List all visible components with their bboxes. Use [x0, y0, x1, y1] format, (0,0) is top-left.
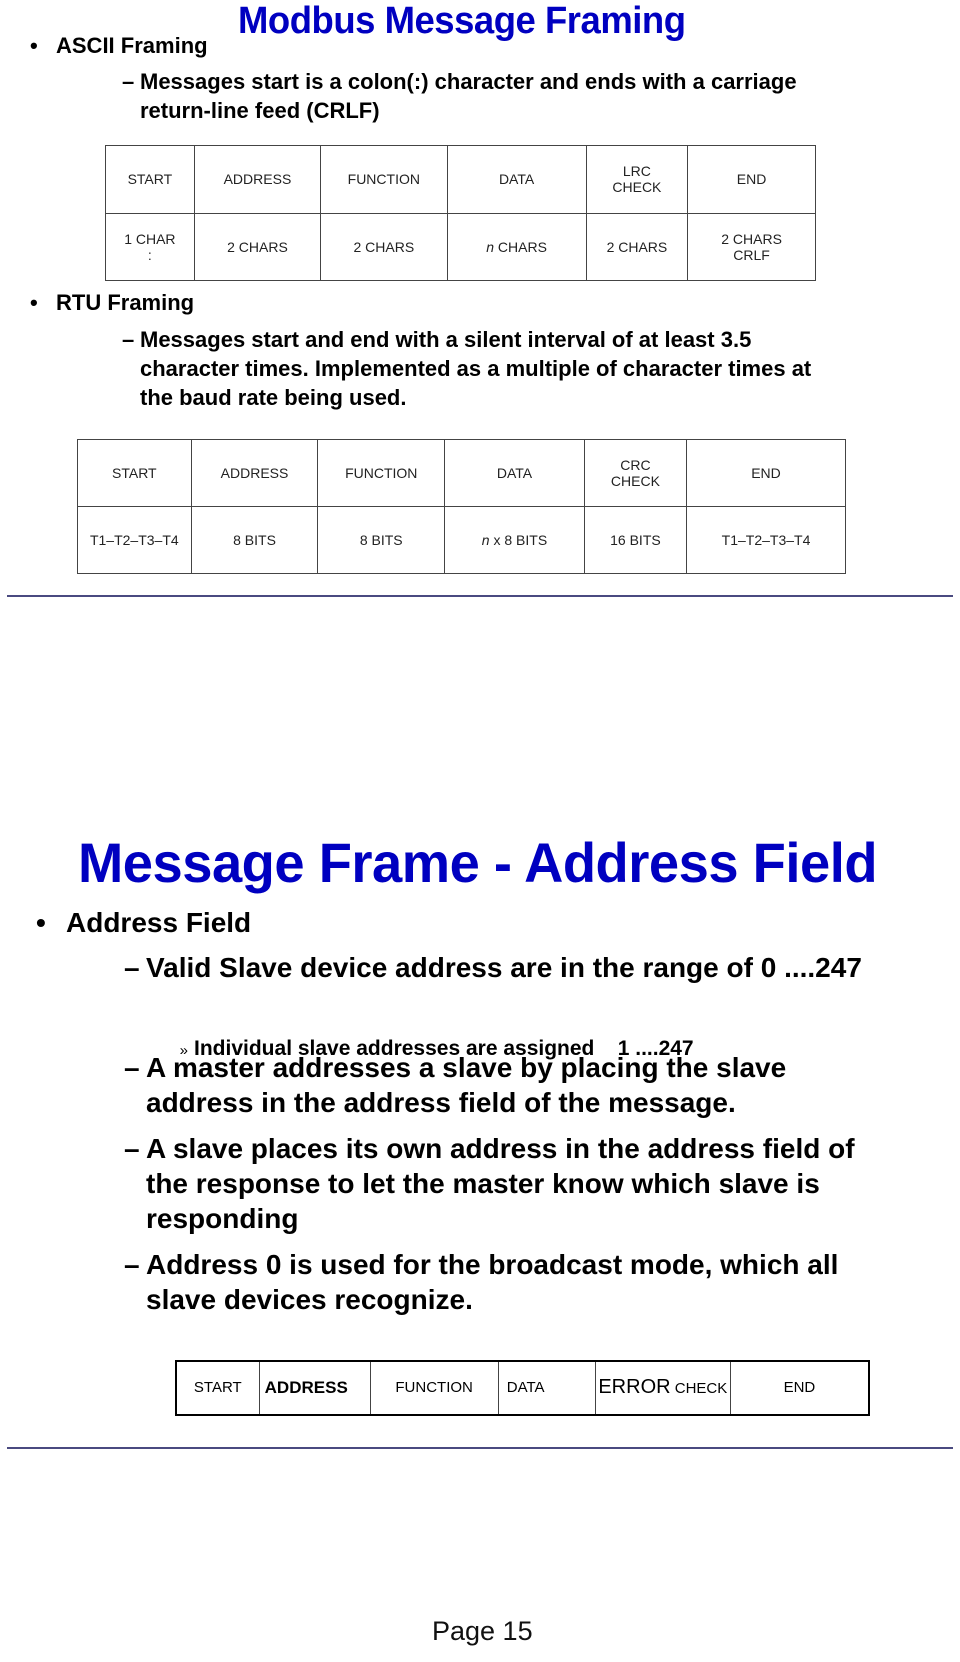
- rtu-desc-line: the baud rate being used.: [140, 385, 407, 410]
- variable-n: n: [481, 532, 490, 548]
- table-row: T1–T2–T3–T4 8 BITS 8 BITS n x 8 BITS 16 …: [77, 506, 846, 574]
- item-line: Valid Slave device address are in the ra…: [146, 952, 862, 983]
- table-cell: 8 BITS: [317, 506, 446, 574]
- bullet-label: Address Field: [66, 907, 252, 938]
- item-line: the response to let the master know whic…: [146, 1168, 820, 1199]
- dash-icon: –: [124, 1249, 140, 1280]
- dash-icon: –: [122, 69, 135, 94]
- table-cell: n CHARS: [446, 212, 587, 281]
- rtu-frame-table: START ADDRESS FUNCTION DATA CRC CHECK EN…: [77, 439, 846, 574]
- table-cell-highlighted: ADDRESS: [258, 1360, 371, 1416]
- table-cell: CRC CHECK: [583, 439, 688, 507]
- item-line: slave devices recognize.: [146, 1284, 473, 1315]
- table-cell: 2 CHARS: [320, 212, 448, 281]
- bullet-icon: •: [36, 907, 46, 938]
- item-line: responding: [146, 1203, 299, 1234]
- rtu-description: – Messages start and end with a silent i…: [122, 325, 812, 412]
- table-cell: LRC CHECK: [585, 145, 689, 214]
- bullet-address-field: • Address Field: [36, 907, 251, 939]
- dash-icon: –: [124, 1052, 140, 1083]
- table-cell: 1 CHAR :: [105, 212, 195, 281]
- start-chars: 1 CHAR :: [124, 230, 176, 263]
- slide-divider: [7, 1447, 953, 1449]
- table-cell: FUNCTION: [317, 439, 446, 507]
- ascii-description: – Messages start is a colon(:) character…: [122, 67, 797, 125]
- bullet-ascii-framing: • ASCII Framing: [30, 33, 208, 59]
- table-header-row: START ADDRESS FUNCTION DATA LRC CHECK EN…: [105, 145, 816, 214]
- table-cell: 8 BITS: [190, 506, 319, 574]
- table-cell: START: [175, 1360, 260, 1416]
- ascii-desc-line: return-line feed (CRLF): [140, 98, 380, 123]
- bullet-icon: •: [30, 33, 38, 58]
- table-cell: ADDRESS: [190, 439, 319, 507]
- error-label: ERROR: [598, 1376, 671, 1398]
- table-cell: START: [77, 439, 192, 507]
- dash-icon: –: [122, 327, 135, 352]
- ascii-frame-table: START ADDRESS FUNCTION DATA LRC CHECK EN…: [105, 145, 816, 281]
- table-header-row: START ADDRESS FUNCTION DATA CRC CHECK EN…: [77, 439, 846, 507]
- slide-title-address-field: Message Frame - Address Field: [78, 831, 878, 894]
- address-item-broadcast: – Address 0 is used for the broadcast mo…: [124, 1247, 839, 1317]
- table-cell: 2 CHARS: [193, 212, 322, 281]
- dash-icon: –: [124, 1133, 140, 1164]
- check-label: CHECK: [674, 1380, 728, 1397]
- item-line: A slave places its own address in the ad…: [146, 1133, 855, 1164]
- bullet-label: ASCII Framing: [56, 33, 208, 58]
- table-cell: 2 CHARS CRLF: [687, 212, 816, 281]
- slide-title-framing: Modbus Message Framing: [238, 0, 686, 42]
- end-chars: 2 CHARS CRLF: [721, 230, 782, 263]
- address-item-slave: – A slave places its own address in the …: [124, 1131, 855, 1236]
- item-line: A master addresses a slave by placing th…: [146, 1052, 787, 1083]
- table-cell: END: [729, 1360, 870, 1416]
- table-cell: 16 BITS: [583, 506, 688, 574]
- rtu-desc-line: character times. Implemented as a multip…: [140, 356, 812, 381]
- table-cell: T1–T2–T3–T4: [77, 506, 192, 574]
- lrc-check-label: LRC CHECK: [612, 163, 662, 196]
- address-item-range: – Valid Slave device address are in the …: [124, 950, 862, 985]
- bullet-icon: •: [30, 290, 38, 315]
- item-line: Address 0 is used for the broadcast mode…: [146, 1249, 839, 1280]
- bullet-label: RTU Framing: [56, 290, 195, 315]
- table-cell: START: [105, 145, 195, 214]
- table-row: START ADDRESS FUNCTION DATA ERROR CHECK …: [175, 1360, 870, 1416]
- table-cell: END: [686, 439, 846, 507]
- table-cell: FUNCTION: [320, 145, 448, 214]
- table-cell: T1–T2–T3–T4: [686, 506, 846, 574]
- table-cell: DATA: [497, 1360, 596, 1416]
- ascii-desc-line: Messages start is a colon(:) character a…: [140, 69, 797, 94]
- address-item-master: – A master addresses a slave by placing …: [124, 1050, 787, 1120]
- table-cell: FUNCTION: [369, 1360, 499, 1416]
- slide-divider: [7, 595, 953, 597]
- table-cell: END: [687, 145, 816, 214]
- dash-icon: –: [124, 952, 140, 983]
- page-number: Page 15: [432, 1616, 533, 1646]
- table-row: 1 CHAR : 2 CHARS 2 CHARS n CHARS 2 CHARS…: [105, 212, 816, 281]
- table-cell: DATA: [444, 439, 585, 507]
- table-cell: 2 CHARS: [585, 212, 689, 281]
- variable-n: n: [486, 238, 495, 255]
- table-cell: DATA: [446, 145, 587, 214]
- table-cell: n x 8 BITS: [444, 506, 585, 574]
- crc-check-label: CRC CHECK: [610, 457, 660, 489]
- table-cell: ERROR CHECK: [594, 1360, 731, 1416]
- rtu-desc-line: Messages start and end with a silent int…: [140, 327, 752, 352]
- item-line: address in the address field of the mess…: [146, 1087, 736, 1118]
- bullet-rtu-framing: • RTU Framing: [30, 290, 194, 316]
- table-cell: ADDRESS: [193, 145, 322, 214]
- address-frame-table: START ADDRESS FUNCTION DATA ERROR CHECK …: [175, 1360, 870, 1416]
